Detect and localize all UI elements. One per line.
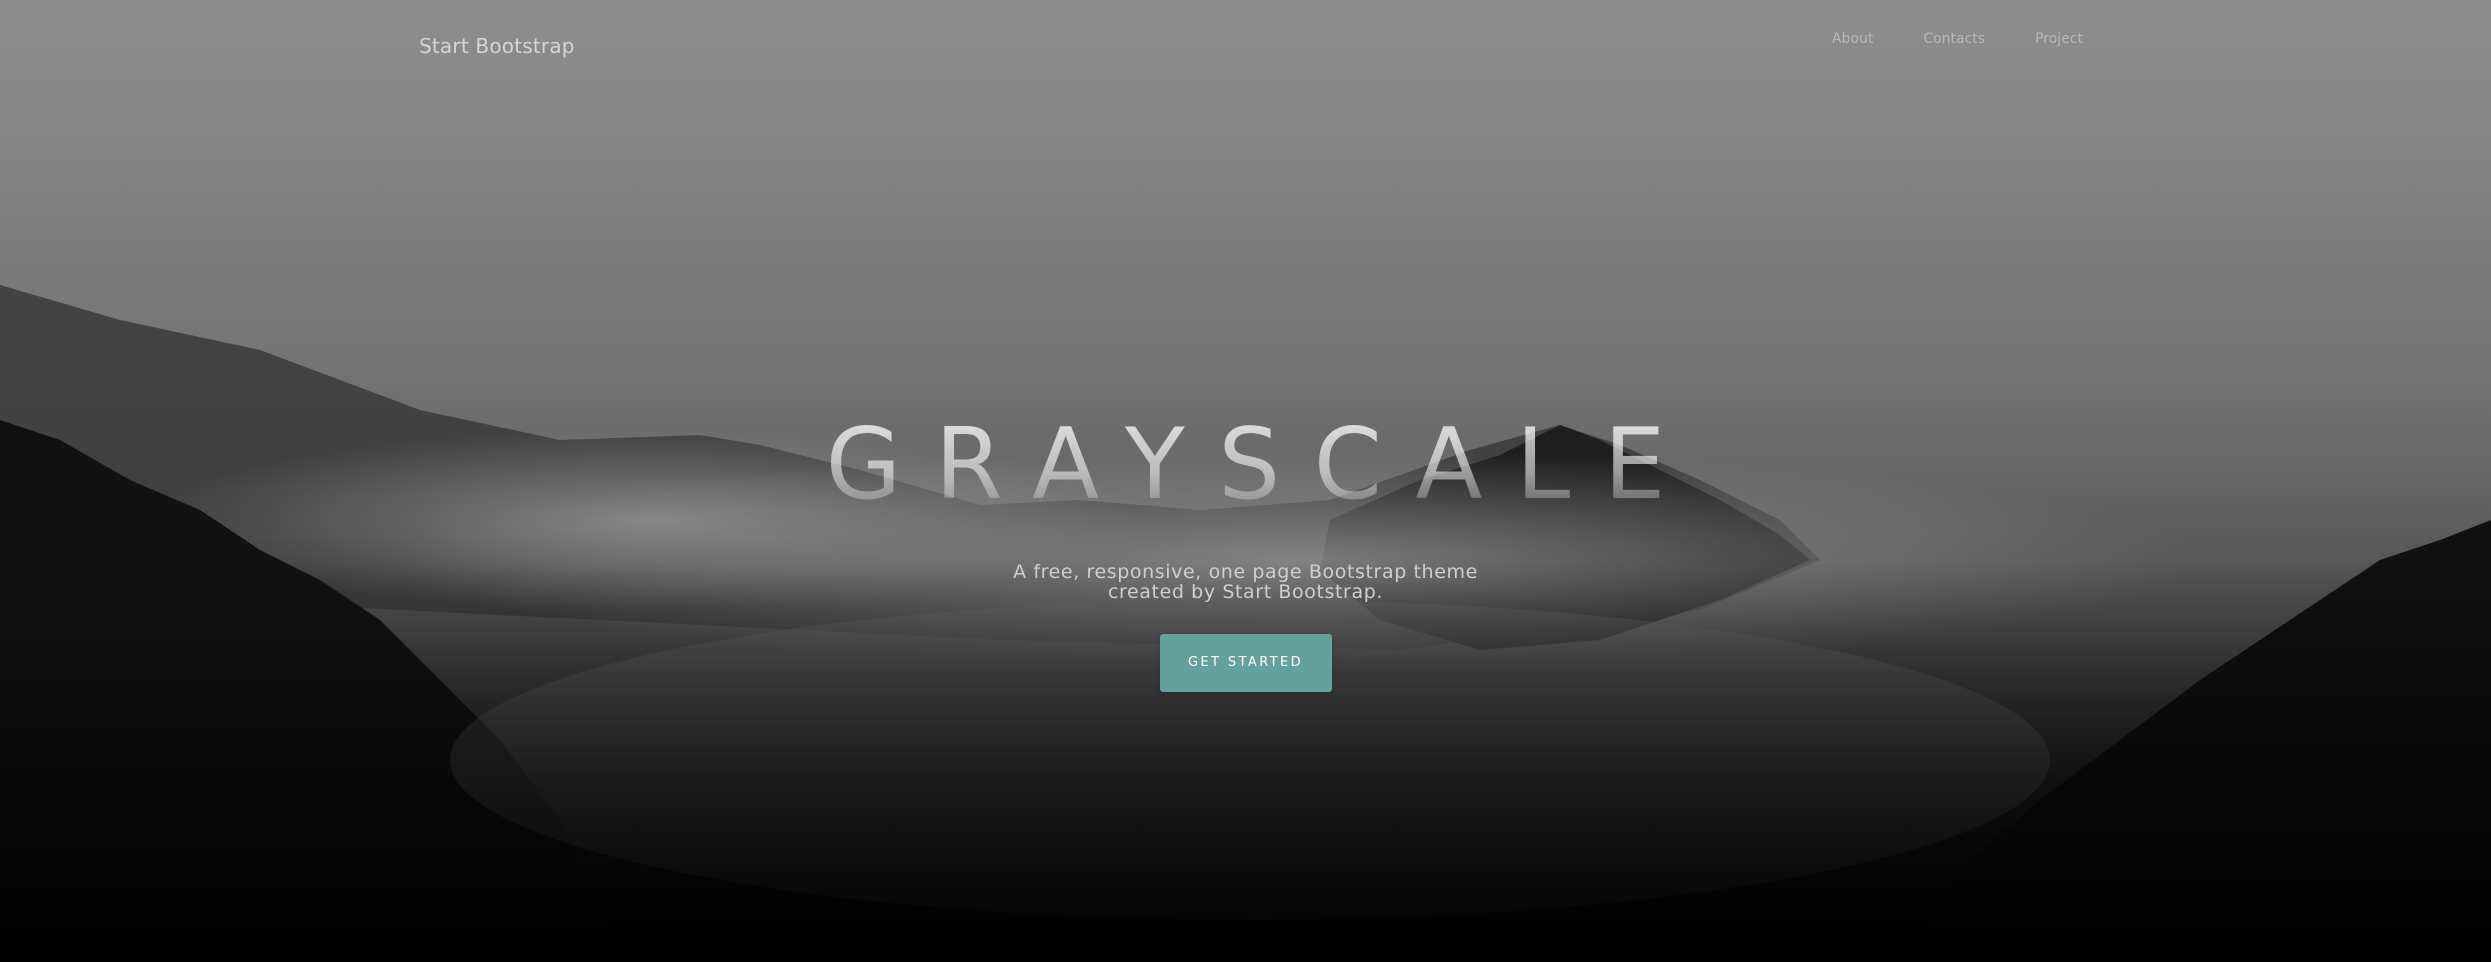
nav-link-project[interactable]: Project	[2035, 31, 2083, 47]
nav-link-contacts[interactable]: Contacts	[1923, 31, 1985, 47]
nav-link-about[interactable]: About	[1832, 31, 1873, 47]
navbar: Start Bootstrap About Contacts Project	[0, 0, 2491, 96]
get-started-button[interactable]: GET STARTED	[1159, 634, 1332, 692]
nav-item-about: About	[1832, 30, 1873, 48]
hero-subtitle: A free, responsive, one page Bootstrap t…	[1013, 561, 1478, 603]
nav-links: About Contacts Project	[1782, 30, 2083, 48]
brand-link[interactable]: Start Bootstrap	[419, 34, 575, 58]
nav-item-contacts: Contacts	[1923, 30, 1985, 48]
hero-title: GRAYSCALE	[0, 405, 2491, 525]
nav-item-project: Project	[2035, 30, 2083, 48]
masthead: Start Bootstrap About Contacts Project G…	[0, 0, 2491, 962]
hero: GRAYSCALE A free, responsive, one page B…	[0, 405, 2491, 692]
